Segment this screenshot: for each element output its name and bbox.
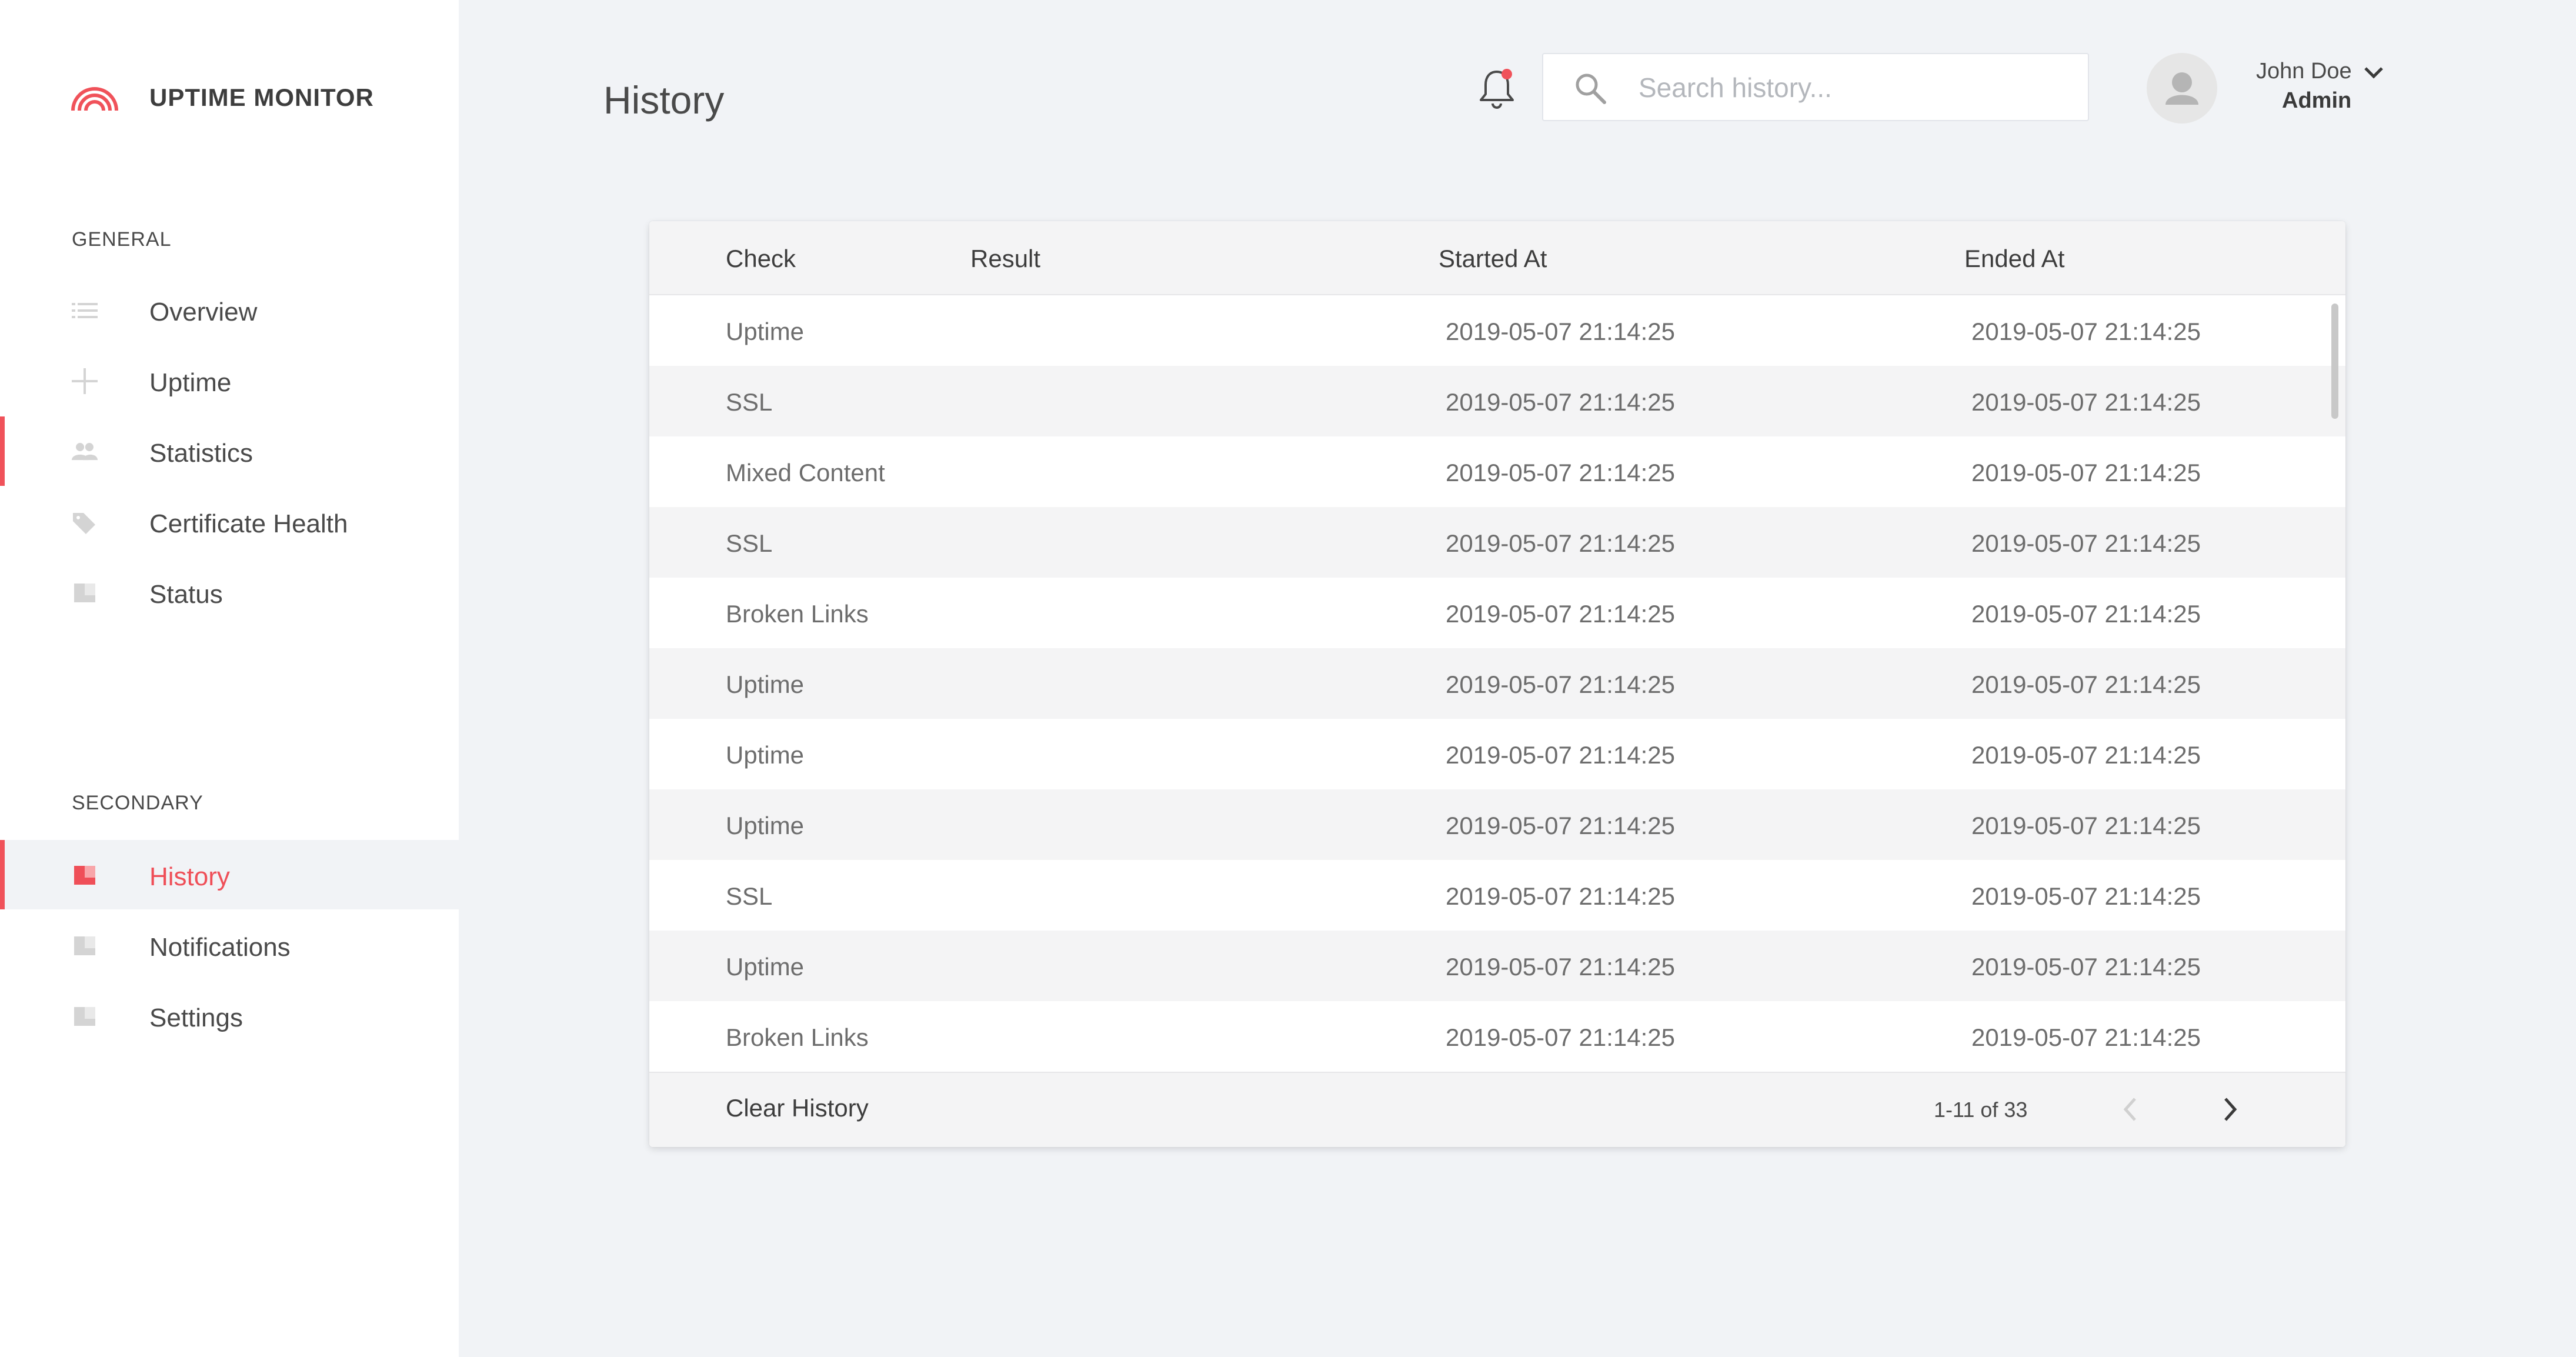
bell-icon bbox=[1480, 69, 1514, 109]
table-row[interactable]: SSL 2019-05-07 21:14:25 2019-05-07 21:14… bbox=[649, 366, 2345, 436]
search-input[interactable] bbox=[1637, 65, 2063, 111]
table-row[interactable]: Uptime 2019-05-07 21:14:25 2019-05-07 21… bbox=[649, 789, 2345, 860]
history-table: Check Result Started At Ended At Uptime … bbox=[649, 221, 2345, 1147]
search-box[interactable] bbox=[1542, 53, 2089, 121]
list-icon bbox=[72, 300, 98, 321]
table-row[interactable]: Uptime 2019-05-07 21:14:25 2019-05-07 21… bbox=[649, 295, 2345, 366]
table-row[interactable]: Mixed Content 2019-05-07 21:14:25 2019-0… bbox=[649, 436, 2345, 507]
cell-started-at: 2019-05-07 21:14:25 bbox=[1446, 882, 1675, 910]
cell-ended-at: 2019-05-07 21:14:25 bbox=[1971, 459, 2201, 486]
table-row[interactable]: Broken Links 2019-05-07 21:14:25 2019-05… bbox=[649, 1001, 2345, 1072]
cell-check: Uptime bbox=[726, 953, 805, 981]
sidebar-item-label: Settings bbox=[149, 1003, 243, 1032]
sidebar-item-label: Certificate Health bbox=[149, 509, 348, 538]
book-icon bbox=[72, 1006, 98, 1027]
app-name: UPTIME MONITOR bbox=[149, 84, 374, 111]
sidebar-item-label: History bbox=[149, 862, 230, 891]
cell-check: Uptime bbox=[726, 741, 805, 769]
cell-started-at: 2019-05-07 21:14:25 bbox=[1446, 953, 1675, 981]
sidebar-item-label: Status bbox=[149, 580, 223, 609]
cell-started-at: 2019-05-07 21:14:25 bbox=[1446, 318, 1675, 345]
table-row[interactable]: Uptime 2019-05-07 21:14:25 2019-05-07 21… bbox=[649, 931, 2345, 1001]
uptime-logo-icon bbox=[71, 87, 118, 111]
table-scrollbar[interactable] bbox=[2331, 304, 2338, 419]
cell-ended-at: 2019-05-07 21:14:25 bbox=[1971, 318, 2201, 345]
sidebar: UPTIME MONITOR GENERAL Overview Uptime S… bbox=[0, 0, 459, 1357]
column-header-started-at[interactable]: Started At bbox=[1439, 245, 1547, 273]
table-row[interactable]: Broken Links 2019-05-07 21:14:25 2019-05… bbox=[649, 578, 2345, 648]
section-label-general: GENERAL bbox=[72, 228, 172, 251]
sidebar-item-label: Statistics bbox=[149, 439, 253, 468]
cell-started-at: 2019-05-07 21:14:25 bbox=[1446, 600, 1675, 628]
column-header-check[interactable]: Check bbox=[726, 245, 796, 273]
cell-started-at: 2019-05-07 21:14:25 bbox=[1446, 741, 1675, 769]
sidebar-item-statistics[interactable]: Statistics bbox=[0, 416, 459, 486]
sidebar-item-certificate-health[interactable]: Certificate Health bbox=[0, 487, 459, 556]
cell-ended-at: 2019-05-07 21:14:25 bbox=[1971, 671, 2201, 698]
column-header-ended-at[interactable]: Ended At bbox=[1964, 245, 2064, 273]
cell-check: Mixed Content bbox=[726, 459, 885, 486]
section-label-secondary: SECONDARY bbox=[72, 792, 203, 814]
page-title: History bbox=[603, 78, 725, 122]
cell-started-at: 2019-05-07 21:14:25 bbox=[1446, 1023, 1675, 1051]
table-footer: Clear History 1-11 of 33 bbox=[649, 1072, 2345, 1147]
users-icon bbox=[72, 441, 98, 462]
chevron-down-icon[interactable] bbox=[2362, 64, 2385, 81]
cell-ended-at: 2019-05-07 21:14:25 bbox=[1971, 1023, 2201, 1051]
table-body: Uptime 2019-05-07 21:14:25 2019-05-07 21… bbox=[649, 295, 2345, 1051]
sidebar-item-overview[interactable]: Overview bbox=[0, 275, 459, 345]
notification-bell-button[interactable] bbox=[1476, 66, 1517, 113]
cell-check: SSL bbox=[726, 882, 773, 910]
cell-ended-at: 2019-05-07 21:14:25 bbox=[1971, 529, 2201, 557]
sidebar-item-label: Notifications bbox=[149, 933, 291, 962]
cell-check: SSL bbox=[726, 388, 773, 416]
user-avatar-icon bbox=[2165, 72, 2198, 105]
cell-ended-at: 2019-05-07 21:14:25 bbox=[1971, 953, 2201, 981]
cell-check: Broken Links bbox=[726, 1023, 869, 1051]
user-role: Admin bbox=[2282, 88, 2352, 113]
cell-ended-at: 2019-05-07 21:14:25 bbox=[1971, 741, 2201, 769]
cell-ended-at: 2019-05-07 21:14:25 bbox=[1971, 388, 2201, 416]
table-header: Check Result Started At Ended At bbox=[649, 221, 2345, 295]
cell-started-at: 2019-05-07 21:14:25 bbox=[1446, 459, 1675, 486]
cell-started-at: 2019-05-07 21:14:25 bbox=[1446, 529, 1675, 557]
cell-check: Uptime bbox=[726, 671, 805, 698]
sidebar-item-status[interactable]: Status bbox=[0, 558, 459, 627]
book-icon bbox=[72, 582, 98, 604]
sidebar-item-notifications[interactable]: Notifications bbox=[0, 911, 459, 980]
book-icon bbox=[72, 935, 98, 956]
tag-icon bbox=[72, 512, 98, 534]
sidebar-item-label: Overview bbox=[149, 298, 258, 326]
sidebar-item-history[interactable]: History bbox=[0, 840, 459, 909]
table-row[interactable]: Uptime 2019-05-07 21:14:25 2019-05-07 21… bbox=[649, 719, 2345, 789]
cell-check: Uptime bbox=[726, 812, 805, 839]
cell-check: SSL bbox=[726, 529, 773, 557]
sidebar-item-uptime[interactable]: Uptime bbox=[0, 346, 459, 415]
chevron-left-icon[interactable] bbox=[2114, 1093, 2147, 1126]
table-row[interactable]: Uptime 2019-05-07 21:14:25 2019-05-07 21… bbox=[649, 648, 2345, 719]
user-name[interactable]: John Doe bbox=[2256, 59, 2352, 84]
cell-ended-at: 2019-05-07 21:14:25 bbox=[1971, 882, 2201, 910]
table-row[interactable]: SSL 2019-05-07 21:14:25 2019-05-07 21:14… bbox=[649, 507, 2345, 578]
avatar[interactable] bbox=[2147, 53, 2217, 124]
column-header-result[interactable]: Result bbox=[970, 245, 1040, 273]
table-row[interactable]: SSL 2019-05-07 21:14:25 2019-05-07 21:14… bbox=[649, 860, 2345, 931]
brand[interactable]: UPTIME MONITOR bbox=[69, 82, 374, 113]
cell-started-at: 2019-05-07 21:14:25 bbox=[1446, 671, 1675, 698]
cell-ended-at: 2019-05-07 21:14:25 bbox=[1971, 812, 2201, 839]
pagination-info: 1-11 of 33 bbox=[1934, 1098, 2028, 1122]
cell-check: Broken Links bbox=[726, 600, 869, 628]
cell-ended-at: 2019-05-07 21:14:25 bbox=[1971, 600, 2201, 628]
book-icon bbox=[72, 865, 98, 886]
chevron-right-icon[interactable] bbox=[2214, 1093, 2247, 1126]
sidebar-item-label: Uptime bbox=[149, 368, 232, 397]
cell-started-at: 2019-05-07 21:14:25 bbox=[1446, 812, 1675, 839]
sidebar-item-settings[interactable]: Settings bbox=[0, 981, 459, 1051]
search-icon bbox=[1576, 74, 1606, 104]
cell-started-at: 2019-05-07 21:14:25 bbox=[1446, 388, 1675, 416]
cell-check: Uptime bbox=[726, 318, 805, 345]
clear-history-button[interactable]: Clear History bbox=[726, 1094, 869, 1122]
plus-icon bbox=[72, 368, 98, 394]
